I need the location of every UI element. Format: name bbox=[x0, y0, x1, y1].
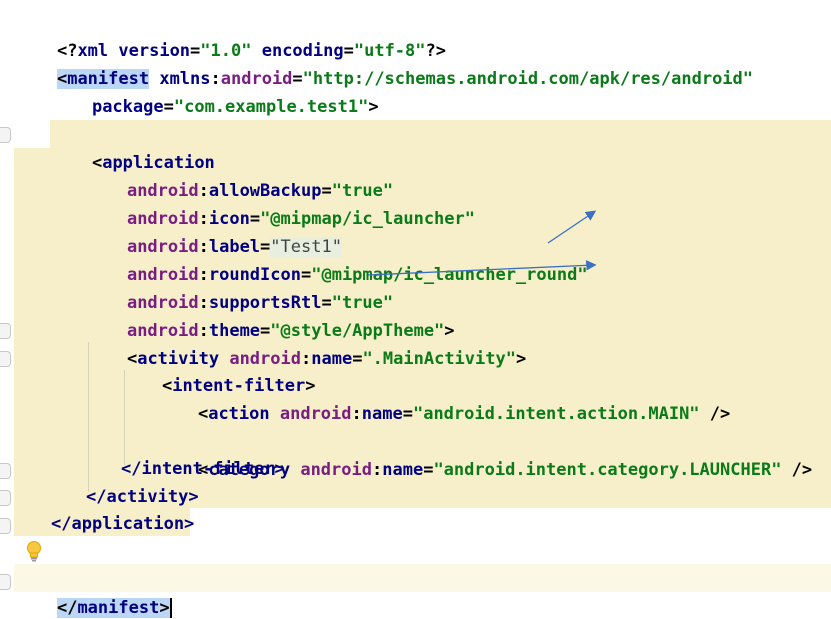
intent-filter-open-line[interactable]: <intent-filter> bbox=[121, 344, 316, 396]
ns-android: android bbox=[269, 404, 352, 424]
fold-marker-activity-end[interactable] bbox=[0, 490, 11, 506]
tag-close-bracket: > bbox=[159, 598, 170, 618]
tag-close-bracket: > bbox=[515, 349, 527, 369]
value-action-name: "android.intent.action.MAIN" bbox=[412, 404, 700, 424]
activity-open-line[interactable]: <activity android:name=".MainActivity"> bbox=[86, 317, 526, 369]
intent-filter-close-line[interactable]: </intent-filter> bbox=[121, 455, 285, 483]
theme-line[interactable]: android:theme="@style/AppTheme"> bbox=[86, 289, 455, 341]
supports-rtl-line[interactable]: android:supportsRtl="true" bbox=[86, 261, 393, 313]
xml-declaration-line[interactable]: <?xml version="1.0" encoding="utf-8"?> bbox=[16, 9, 446, 61]
value-category-name: "android.intent.category.LAUNCHER" bbox=[433, 460, 782, 480]
manifest-open-line[interactable]: <manifest xmlns:android="http://schemas.… bbox=[16, 37, 753, 89]
application-block-highlight-gap bbox=[14, 120, 50, 148]
colon: : bbox=[351, 404, 362, 424]
application-close-line[interactable]: </application> bbox=[51, 510, 194, 538]
manifest-close-tag-highlight: </manifest> bbox=[56, 598, 170, 618]
colon: : bbox=[371, 460, 383, 480]
value-package: "com.example.test1" bbox=[173, 97, 369, 117]
icon-line[interactable]: android:icon="@mipmap/ic_launcher" bbox=[86, 177, 475, 229]
fold-marker-manifest-end[interactable] bbox=[0, 574, 11, 590]
application-open-line[interactable]: <application bbox=[51, 121, 215, 173]
allow-backup-line[interactable]: android:allowBackup="true" bbox=[86, 149, 393, 201]
equals: = bbox=[163, 97, 174, 117]
tag-action: action bbox=[208, 404, 270, 424]
fold-marker-intent-filter-end[interactable] bbox=[0, 463, 11, 479]
fold-marker-application-end[interactable] bbox=[0, 518, 11, 534]
round-icon-line[interactable]: android:roundIcon="@mipmap/ic_launcher_r… bbox=[86, 233, 588, 285]
manifest-close-line[interactable]: </manifest> bbox=[16, 566, 172, 618]
attr-name: name bbox=[311, 349, 353, 369]
activity-close-line[interactable]: </activity> bbox=[86, 483, 199, 511]
attr-name: name bbox=[361, 404, 403, 424]
fold-marker-activity[interactable] bbox=[0, 323, 11, 339]
ns-android: android bbox=[290, 460, 372, 480]
code-editor[interactable]: <?xml version="1.0" encoding="utf-8"?> <… bbox=[0, 0, 831, 619]
self-close: /> bbox=[781, 460, 813, 480]
equals: = bbox=[402, 404, 413, 424]
package-line[interactable]: package="com.example.test1"> bbox=[51, 65, 379, 117]
label-line[interactable]: android:label="Test1" bbox=[86, 205, 342, 257]
action-line[interactable]: <action android:name="android.intent.act… bbox=[157, 372, 730, 424]
attr-name: name bbox=[382, 460, 424, 480]
self-close: /> bbox=[699, 404, 731, 424]
text-cursor bbox=[169, 598, 172, 618]
tag-manifest: manifest bbox=[77, 598, 160, 618]
value-activity-name: ".MainActivity" bbox=[362, 349, 516, 369]
fold-marker-intent-filter[interactable] bbox=[0, 351, 11, 367]
lightbulb-icon[interactable] bbox=[26, 541, 42, 563]
tag-close-bracket: > bbox=[368, 97, 379, 117]
equals: = bbox=[423, 460, 434, 480]
tag-open-bracket: < bbox=[197, 404, 209, 424]
attr-package: package bbox=[91, 97, 164, 117]
tag-open-bracket: </ bbox=[56, 598, 78, 618]
category-line[interactable]: <category android:name="android.intent.c… bbox=[157, 428, 812, 480]
equals: = bbox=[352, 349, 363, 369]
fold-marker-application[interactable] bbox=[0, 127, 11, 143]
